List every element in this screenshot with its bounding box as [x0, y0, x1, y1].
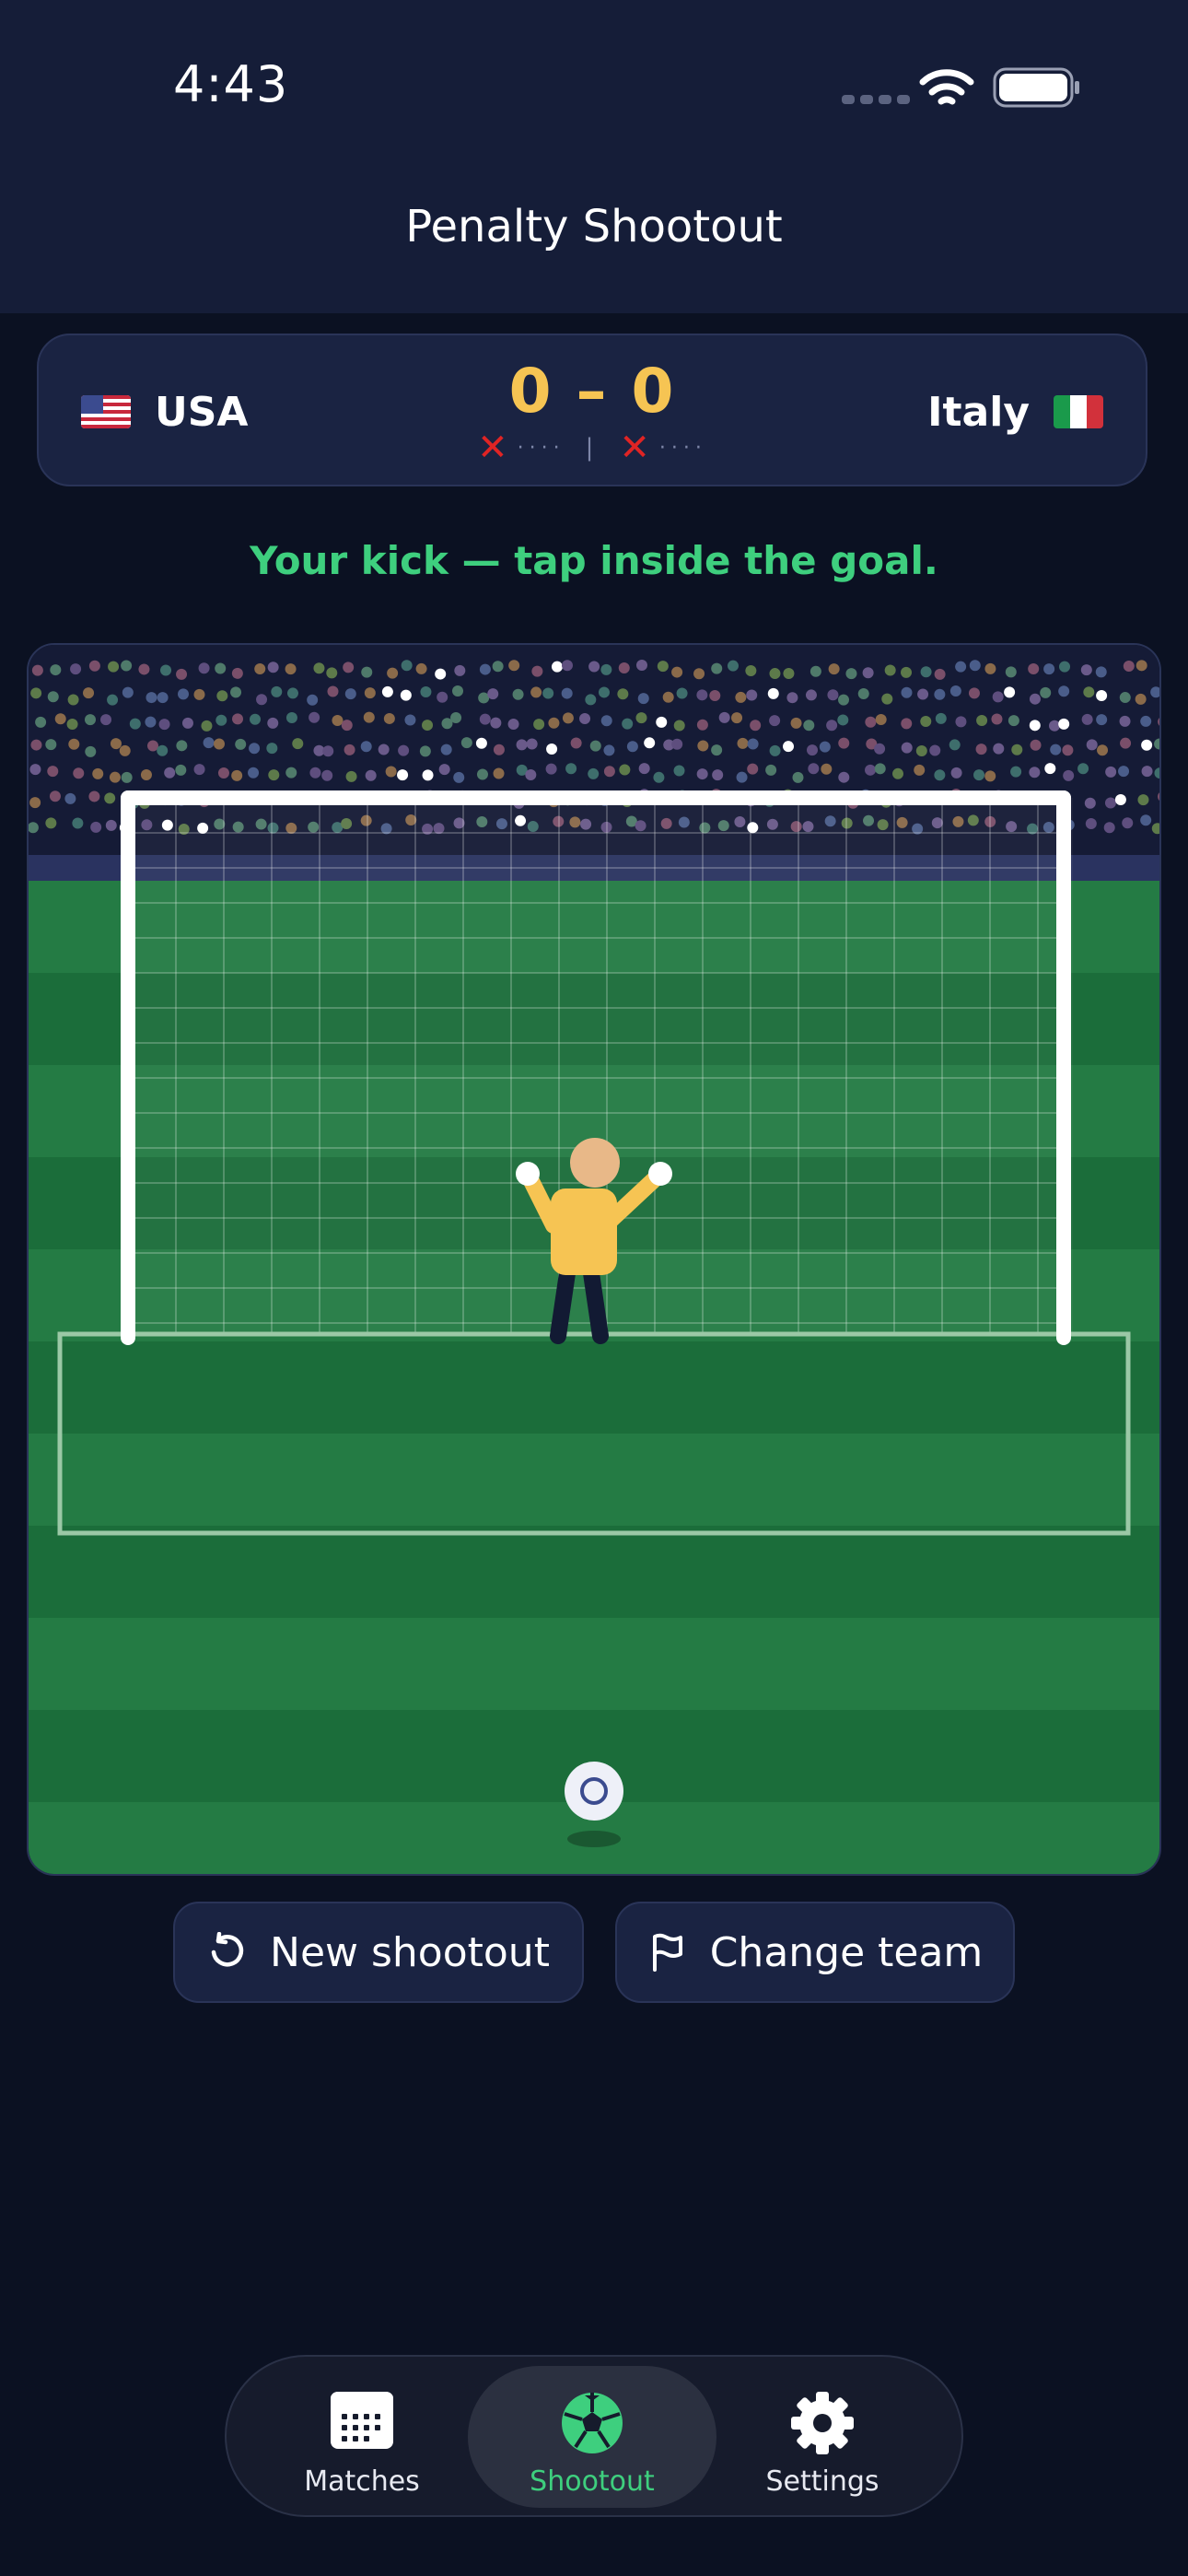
away-kick-miss-icon: ✕ — [619, 427, 650, 469]
shootout-field[interactable] — [27, 643, 1161, 1876]
tab-bar: Matches Shootout Settings — [225, 2355, 963, 2517]
wifi-icon — [919, 69, 974, 105]
tab-settings[interactable]: Settings — [698, 2366, 947, 2508]
kick-divider: | — [585, 434, 594, 462]
soccer-ball-icon[interactable] — [565, 1762, 623, 1847]
calendar-icon — [331, 2392, 393, 2449]
home-kick-miss-icon: ✕ — [477, 427, 508, 469]
status-time: 4:43 — [173, 55, 289, 113]
navigation-bar: Penalty Shootout — [0, 175, 1188, 313]
new-shootout-button[interactable]: New shootout — [173, 1902, 584, 2003]
tab-shootout[interactable]: Shootout — [468, 2366, 716, 2508]
kick-prompt: Your kick — tap inside the goal. — [250, 538, 938, 583]
tab-shootout-label: Shootout — [530, 2465, 655, 2498]
away-team-name: Italy — [927, 388, 1030, 436]
away-kick-pending-dots: ···· — [658, 436, 707, 460]
italy-flag-icon — [1054, 395, 1103, 428]
flag-icon — [652, 1933, 682, 1972]
soccer-ball-icon — [562, 2393, 623, 2453]
refresh-icon — [211, 1932, 244, 1967]
tab-settings-label: Settings — [765, 2465, 879, 2498]
away-team: Italy — [927, 380, 1103, 444]
tab-matches-label: Matches — [304, 2465, 420, 2498]
page-title: Penalty Shootout — [405, 201, 783, 252]
change-team-label: Change team — [709, 1928, 984, 1976]
change-team-button[interactable]: Change team — [615, 1902, 1015, 2003]
cellular-signal-icon — [842, 95, 910, 104]
battery-icon — [993, 67, 1079, 108]
home-kick-pending-dots: ···· — [517, 436, 565, 460]
gear-icon — [791, 2392, 854, 2454]
tab-matches[interactable]: Matches — [238, 2366, 486, 2508]
new-shootout-label: New shootout — [270, 1928, 550, 1976]
scoreboard: USA 0 – 0 ✕ ···· | ✕ ···· Italy — [37, 334, 1147, 486]
status-bar: 4:43 — [0, 0, 1188, 175]
